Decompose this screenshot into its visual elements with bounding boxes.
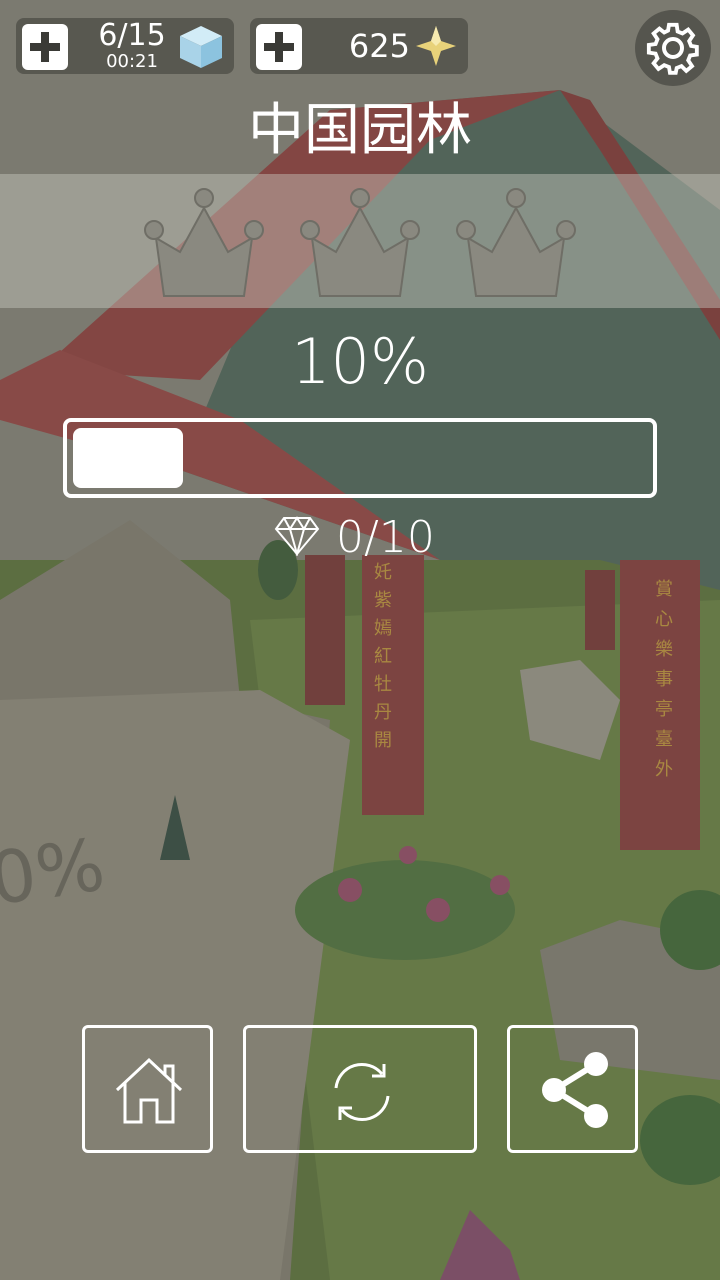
diamond-icon [274,516,320,556]
energy-panel: 6/15 00:21 [16,18,234,74]
restart-icon [334,1063,390,1121]
progress-bar [63,418,657,498]
add-currency-button[interactable] [256,24,302,70]
add-energy-button[interactable] [22,24,68,70]
home-button[interactable] [82,1025,213,1153]
share-icon [542,1052,608,1128]
gear-icon [646,22,699,75]
progress-percent: 10% [291,325,429,398]
restart-button[interactable] [243,1025,477,1153]
energy-timer: 00:21 [106,51,158,72]
crown-rating-bar [0,174,720,308]
cube-icon [180,26,222,68]
energy-count: 6/15 [98,18,166,53]
share-button[interactable] [507,1025,638,1153]
crown-icon [456,188,576,297]
star-icon [416,26,456,66]
settings-button[interactable] [635,10,711,86]
currency-panel: 625 [250,18,468,74]
progress-fill [73,428,183,488]
level-title: 中国园林 [248,98,472,163]
home-icon [115,1057,183,1124]
crown-icon [300,188,420,297]
gem-count: 0/10 [336,512,435,563]
crown-icon [144,188,264,297]
currency-amount: 625 [348,27,410,65]
